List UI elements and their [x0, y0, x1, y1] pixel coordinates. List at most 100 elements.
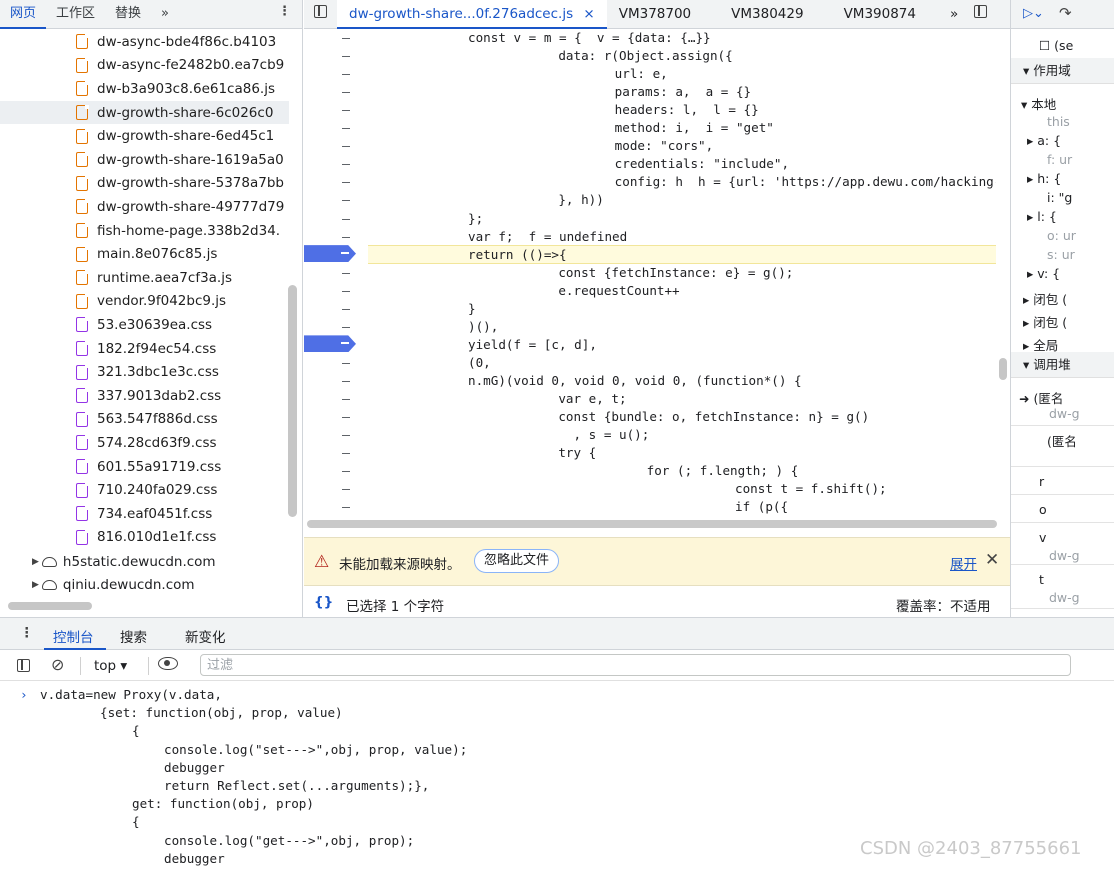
line-marker[interactable]	[342, 56, 350, 58]
file-item[interactable]: dw-growth-share-5378a7bb	[0, 172, 289, 196]
tab-workspace[interactable]: 工作区	[46, 0, 105, 29]
scope-item[interactable]: t	[1011, 572, 1114, 592]
file-item[interactable]: 816.010d1e1f.css	[0, 526, 289, 550]
console-input-line[interactable]: return Reflect.set(...arguments);},	[164, 777, 429, 795]
file-item[interactable]: 563.547f886d.css	[0, 408, 289, 432]
line-marker[interactable]	[342, 417, 350, 419]
file-item[interactable]: dw-growth-share-6c026c0	[0, 100, 289, 125]
editor-tab-vm390874[interactable]: VM390874	[832, 0, 928, 29]
horizontal-scrollbar-thumb[interactable]	[8, 602, 92, 610]
line-marker[interactable]	[342, 362, 350, 364]
resume-icon[interactable]: ▷⌄	[1023, 6, 1044, 21]
file-item[interactable]: dw-b3a903c8.6e61ca86.js	[0, 77, 289, 101]
code-line[interactable]: , s = u();	[528, 426, 649, 444]
file-item[interactable]: 321.3dbc1e3c.css	[0, 360, 289, 384]
editor-tab-vm380429[interactable]: VM380429	[719, 0, 815, 29]
line-marker[interactable]	[342, 236, 350, 238]
clear-console-icon[interactable]: ⊘	[51, 655, 64, 674]
scope-item[interactable]: s: ur	[1011, 247, 1114, 267]
line-marker[interactable]	[342, 435, 350, 437]
code-line[interactable]: };	[468, 210, 483, 228]
code-line[interactable]: yield(f = [c, d],	[468, 336, 597, 354]
tab-search[interactable]: 搜索	[120, 626, 147, 646]
scope-item[interactable]: o	[1011, 502, 1114, 522]
file-item[interactable]: main.8e076c85.js	[0, 242, 289, 266]
scope-item[interactable]: ▸ h: {	[1011, 171, 1114, 191]
file-item[interactable]: vendor.9f042bc9.js	[0, 290, 289, 314]
code-line[interactable]: const {bundle: o, fetchInstance: n} = g(…	[528, 408, 869, 426]
filter-input[interactable]	[200, 654, 1071, 676]
code-line[interactable]: const v = m = { v = {data: {…}}	[468, 29, 711, 47]
expand-arrow-icon[interactable]: ▶	[32, 580, 39, 590]
code-line[interactable]: var e, t;	[528, 390, 626, 408]
eye-icon[interactable]	[158, 657, 178, 670]
code-line[interactable]: )(),	[468, 318, 498, 336]
more-editor-tabs-button[interactable]: »	[938, 0, 970, 29]
code-line[interactable]: for (; f.length; ) {	[586, 462, 799, 480]
file-item[interactable]: dw-async-fe2482b0.ea7cb9	[0, 54, 289, 78]
tab-changes[interactable]: 新变化	[185, 626, 226, 646]
console-input-line[interactable]: get: function(obj, prop)	[132, 795, 314, 813]
breakpoint-marker[interactable]	[304, 245, 356, 263]
code-editor[interactable]: const v = m = { v = {data: {…}} data: r(…	[368, 29, 996, 516]
scope-item[interactable]: ▸ 闭包 (	[1011, 312, 1114, 332]
scope-item[interactable]: dw-g	[1011, 406, 1114, 426]
line-marker[interactable]	[342, 507, 350, 509]
code-line[interactable]: var f; f = undefined	[468, 228, 627, 246]
line-marker[interactable]	[342, 110, 350, 112]
code-line[interactable]: try {	[528, 444, 596, 462]
editor-tab-active[interactable]: dw-growth-share...0f.276adcec.js ×	[337, 0, 607, 29]
code-line[interactable]: n.mG)(void 0, void 0, void 0, (function*…	[468, 372, 802, 390]
console-input-line[interactable]: debugger	[164, 759, 225, 777]
code-line[interactable]: url: e,	[554, 65, 668, 83]
code-line[interactable]: e.requestCount++	[528, 282, 679, 300]
line-marker[interactable]	[342, 200, 350, 202]
line-marker[interactable]	[342, 92, 350, 94]
file-item[interactable]: dw-growth-share-1619a5a0	[0, 148, 289, 172]
file-item[interactable]: dw-growth-share-49777d79	[0, 195, 289, 219]
sidebar-section-header[interactable]: ▾ 作用域	[1011, 58, 1114, 84]
scope-item[interactable]: dw-g	[1011, 548, 1114, 568]
scope-item[interactable]: ▸ l: {	[1011, 209, 1114, 229]
file-item[interactable]: 337.9013dab2.css	[0, 384, 289, 408]
scope-item[interactable]: r	[1011, 474, 1114, 494]
toggle-navigator-button[interactable]	[304, 0, 337, 29]
pretty-print-icon[interactable]: {}	[314, 594, 333, 610]
file-item[interactable]: runtime.aea7cf3a.js	[0, 266, 289, 290]
line-marker[interactable]	[342, 164, 350, 166]
scope-item[interactable]: dw-g	[1011, 590, 1114, 610]
file-item[interactable]: dw-growth-share-6ed45c1	[0, 124, 289, 148]
code-line[interactable]: const {fetchInstance: e} = g();	[528, 264, 793, 282]
file-item[interactable]: 574.28cd63f9.css	[0, 431, 289, 455]
line-marker[interactable]	[342, 218, 350, 220]
file-item[interactable]: 601.55a91719.css	[0, 455, 289, 479]
console-input-line[interactable]: debugger	[164, 850, 225, 868]
file-item[interactable]: 710.240fa029.css	[0, 478, 289, 502]
code-line[interactable]: credentials: "include",	[554, 155, 789, 173]
scope-item[interactable]: i: "g	[1011, 190, 1114, 210]
ignore-file-button[interactable]: 忽略此文件	[474, 549, 560, 573]
kebab-menu-icon[interactable]: ⋮	[278, 4, 291, 19]
scope-item[interactable]: f: ur	[1011, 152, 1114, 172]
file-item[interactable]: 53.e30639ea.css	[0, 313, 289, 337]
drawer-menu-icon[interactable]: ⋮	[20, 625, 34, 641]
console-input-line[interactable]: {set: function(obj, prop, value)	[100, 704, 343, 722]
line-marker[interactable]	[342, 308, 350, 310]
domain-item[interactable]: ▶ qiniu.dewucdn.com	[0, 573, 289, 596]
line-marker[interactable]	[342, 453, 350, 455]
code-line[interactable]: config: h h = {url: 'https://app.dewu.co…	[554, 173, 996, 191]
console-input-line[interactable]: v.data=new Proxy(v.data,	[40, 686, 222, 704]
scope-item[interactable]: ☐ (se	[1011, 38, 1114, 58]
scope-item[interactable]: ➜ (匿名	[1011, 388, 1114, 408]
file-item[interactable]: 734.eaf0451f.css	[0, 502, 289, 526]
line-marker[interactable]	[342, 128, 350, 130]
context-selector[interactable]: top ▾	[94, 658, 127, 674]
breakpoint-marker[interactable]	[304, 335, 356, 353]
scope-item[interactable]: o: ur	[1011, 228, 1114, 248]
console-input-line[interactable]: {	[132, 813, 140, 831]
scope-item[interactable]: ▸ 闭包 (	[1011, 289, 1114, 309]
code-line[interactable]: mode: "cors",	[554, 137, 714, 155]
line-marker[interactable]	[342, 471, 350, 473]
scrollbar-thumb[interactable]	[288, 285, 297, 517]
line-marker[interactable]	[342, 272, 350, 274]
